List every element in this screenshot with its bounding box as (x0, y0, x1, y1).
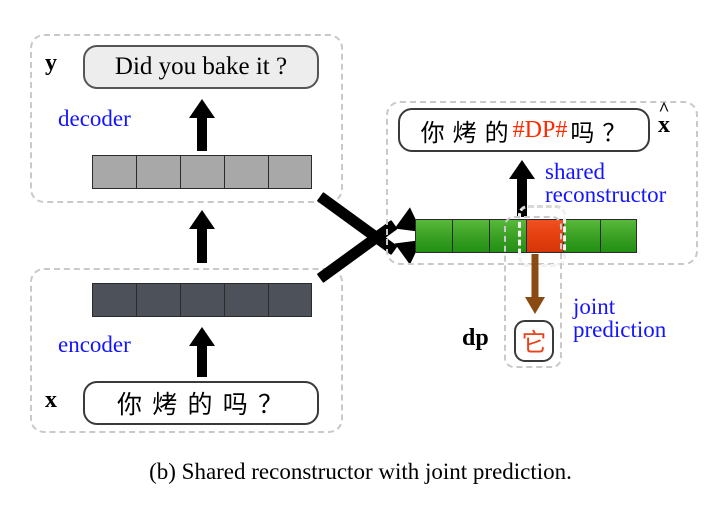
source-sentence-variable-label: x (45, 387, 57, 413)
encoder-input-arrow-icon (187, 327, 217, 377)
decoder-state-cell (180, 155, 224, 189)
dp-variable-label: dp (462, 325, 489, 351)
joint-prediction-label-line2: prediction (573, 317, 667, 343)
reconstructed-prefix-text: 你 烤 的 (420, 120, 510, 147)
target-sentence-box: Did you bake it ? (83, 45, 319, 89)
dp-prediction-box: 它 (514, 320, 554, 362)
decoder-state-cell (92, 155, 136, 189)
reconstructor-state-cell (563, 219, 600, 253)
dp-placeholder-token: #DP# (512, 116, 568, 143)
target-sentence-variable-label: y (45, 50, 57, 76)
dp-predicted-token: 它 (521, 330, 547, 357)
reconstructed-sentence-box: 你 烤 的 #DP# 吗 ？ (398, 108, 650, 152)
encoder-state-cell (268, 283, 312, 317)
encoder-state-cell (92, 283, 136, 317)
encoder-state-cell (224, 283, 268, 317)
joint-prediction-label: joint prediction (573, 295, 666, 342)
encoder-state-cell (180, 283, 224, 317)
source-sentence-text: 你 烤 的 吗 ？ (116, 392, 285, 419)
encoder-to-decoder-arrow-icon (187, 210, 217, 263)
target-sentence-text: Did you bake it ? (114, 53, 288, 80)
reconstructor-state-cell (600, 219, 637, 253)
reconstructor-state-cell (452, 219, 489, 253)
figure-caption: (b) Shared reconstructor with joint pred… (149, 459, 572, 484)
source-sentence-box: 你 烤 的 吗 ？ (83, 381, 319, 425)
decoder-state-cell (224, 155, 268, 189)
joint-prediction-arrow-icon (524, 254, 546, 314)
hat-accent-icon: ^ (658, 99, 670, 120)
encoder-state-cell (136, 283, 180, 317)
decoder-state-cell (268, 155, 312, 189)
joint-prediction-label-line1: joint (573, 294, 616, 319)
shared-reconstructor-label-line2: reconstructor (545, 182, 667, 208)
encoder-hidden-state-strip (92, 283, 312, 317)
shared-reconstructor-label-line1: shared (545, 159, 606, 184)
decoder-module-label: decoder (58, 106, 131, 131)
decoder-hidden-state-strip (92, 155, 312, 189)
reconstructed-suffix-text: 吗 ？ (570, 120, 628, 147)
reconstructed-sentence-variable-label: ^ x (658, 99, 670, 139)
decoder-output-arrow-icon (187, 99, 217, 151)
shared-reconstructor-label: shared reconstructor (545, 160, 666, 207)
decoder-state-cell (136, 155, 180, 189)
reconstructor-state-cell (415, 219, 452, 253)
figure-canvas: y Did you bake it ? decoder encoder x 你 … (0, 0, 721, 507)
encoder-module-label: encoder (58, 332, 131, 357)
